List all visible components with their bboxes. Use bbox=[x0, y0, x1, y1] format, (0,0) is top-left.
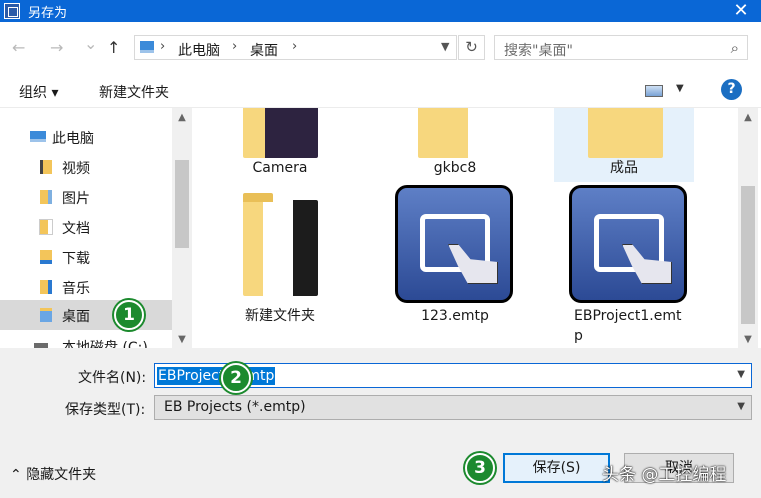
scroll-up-icon[interactable]: ▲ bbox=[175, 112, 189, 123]
organize-menu[interactable]: 组织 ▾ bbox=[19, 82, 58, 102]
address-bar[interactable]: › 此电脑 › 桌面 › ▼ bbox=[134, 35, 457, 60]
filetype-select[interactable]: EB Projects (*.emtp) ▼ bbox=[154, 395, 752, 420]
navigation-bar: ← → ⌄ ↑ › 此电脑 › 桌面 › ▼ ↻ 搜索"桌面" ⌕ bbox=[0, 22, 761, 74]
step-badge-2: 2 bbox=[221, 363, 251, 393]
view-icon[interactable] bbox=[645, 85, 663, 97]
scroll-thumb[interactable] bbox=[741, 186, 755, 324]
sidebar-item-label: 此电脑 bbox=[52, 131, 94, 147]
window-title: 另存为 bbox=[28, 6, 68, 21]
file-name: gkbc8 bbox=[433, 160, 477, 176]
sidebar-item-downloads[interactable]: 下载 bbox=[0, 242, 172, 272]
file-list: Camera gkbc8 成品 新建文件夹 123.emtp EBProject… bbox=[192, 108, 738, 348]
emtp-file-icon bbox=[395, 185, 513, 303]
close-button[interactable]: ✕ bbox=[721, 0, 761, 22]
file-name: EBProject1.emt bbox=[574, 308, 682, 324]
file-item-finished[interactable]: 成品 bbox=[554, 108, 694, 182]
breadcrumb-this-pc[interactable]: 此电脑 bbox=[178, 40, 220, 60]
emtp-file-icon bbox=[569, 185, 687, 303]
save-button[interactable]: 保存(S) bbox=[503, 453, 610, 483]
title-bar: 另存为 ✕ bbox=[0, 0, 761, 22]
breadcrumb-separator: › bbox=[160, 39, 166, 54]
computer-icon bbox=[30, 131, 46, 142]
folder-icon bbox=[588, 108, 663, 158]
chevron-down-icon[interactable]: ▼ bbox=[441, 40, 449, 53]
sidebar-item-label: 本地磁盘 (C:) bbox=[62, 340, 148, 348]
desktop-folder-icon bbox=[40, 308, 52, 322]
search-placeholder: 搜索"桌面" bbox=[504, 43, 573, 59]
downloads-folder-icon bbox=[40, 250, 52, 264]
back-icon[interactable]: ← bbox=[12, 38, 25, 57]
sidebar-item-label: 文档 bbox=[62, 221, 90, 237]
sidebar-item-documents[interactable]: 文档 bbox=[0, 212, 172, 242]
scroll-down-icon[interactable]: ▼ bbox=[741, 334, 755, 345]
file-name: 123.emtp bbox=[421, 308, 489, 324]
file-name-continued: p bbox=[574, 328, 583, 344]
sidebar-item-label: 视频 bbox=[62, 161, 90, 177]
file-list-scrollbar[interactable]: ▲ ▼ bbox=[738, 108, 758, 348]
filetype-value: EB Projects (*.emtp) bbox=[164, 399, 306, 415]
sidebar-item-label: 音乐 bbox=[62, 281, 90, 297]
search-input[interactable]: 搜索"桌面" ⌕ bbox=[494, 35, 748, 60]
folder-icon bbox=[243, 108, 318, 158]
navigation-pane: 此电脑 视频 图片 文档 下载 音乐 桌面 本地磁盘 (C:) ▲ ▼ bbox=[0, 108, 192, 348]
toolbar: 组织 ▾ 新建文件夹 ▼ ? bbox=[0, 74, 761, 108]
chevron-down-icon[interactable]: ▼ bbox=[737, 401, 745, 412]
watermark: 头条 @工控编程 bbox=[602, 465, 727, 485]
breadcrumb-desktop[interactable]: 桌面 bbox=[250, 40, 278, 60]
scroll-down-icon[interactable]: ▼ bbox=[175, 334, 189, 345]
hide-folders-label: 隐藏文件夹 bbox=[26, 467, 97, 483]
scroll-thumb[interactable] bbox=[175, 160, 189, 248]
file-name: Camera bbox=[252, 160, 308, 176]
step-badge-3: 3 bbox=[465, 453, 495, 483]
scroll-up-icon[interactable]: ▲ bbox=[741, 112, 755, 123]
help-button[interactable]: ? bbox=[721, 79, 742, 100]
computer-icon bbox=[140, 41, 154, 53]
file-name: 成品 bbox=[610, 160, 638, 176]
app-icon bbox=[4, 3, 20, 19]
filename-value[interactable]: EBProject1.emtp bbox=[157, 367, 276, 385]
music-folder-icon bbox=[40, 280, 52, 294]
videos-folder-icon bbox=[40, 160, 52, 174]
chevron-down-icon[interactable]: ▼ bbox=[737, 369, 745, 380]
filename-label: 文件名(N): bbox=[78, 370, 147, 386]
filetype-label: 保存类型(T): bbox=[65, 402, 146, 418]
breadcrumb-separator: › bbox=[232, 39, 238, 54]
chevron-down-icon[interactable]: ▼ bbox=[676, 83, 684, 94]
sidebar-item-desktop[interactable]: 桌面 bbox=[0, 300, 172, 330]
new-folder-button[interactable]: 新建文件夹 bbox=[99, 82, 169, 102]
folder-icon bbox=[418, 108, 493, 158]
sidebar-item-music[interactable]: 音乐 bbox=[0, 272, 172, 302]
up-icon[interactable]: ↑ bbox=[107, 38, 120, 57]
folder-icon bbox=[243, 193, 318, 296]
forward-icon[interactable]: → bbox=[50, 38, 63, 57]
sidebar-item-pictures[interactable]: 图片 bbox=[0, 182, 172, 212]
recent-locations-icon[interactable]: ⌄ bbox=[84, 34, 97, 53]
documents-folder-icon bbox=[39, 219, 53, 235]
file-name: 新建文件夹 bbox=[245, 308, 315, 324]
search-icon[interactable]: ⌕ bbox=[731, 39, 739, 57]
sidebar-item-label: 桌面 bbox=[62, 309, 90, 325]
sidebar-scrollbar[interactable]: ▲ ▼ bbox=[172, 108, 192, 348]
hide-folders-toggle[interactable]: ⌃ 隐藏文件夹 bbox=[10, 464, 96, 484]
breadcrumb-separator[interactable]: › bbox=[292, 39, 297, 54]
sidebar-item-videos[interactable]: 视频 bbox=[0, 152, 172, 182]
sidebar-item-local-disk[interactable]: 本地磁盘 (C:) bbox=[0, 331, 172, 348]
refresh-button[interactable]: ↻ bbox=[458, 35, 485, 60]
chevron-up-icon: ⌃ bbox=[10, 467, 27, 483]
sidebar-item-label: 图片 bbox=[62, 191, 90, 207]
sidebar-item-label: 下载 bbox=[62, 251, 90, 267]
step-badge-1: 1 bbox=[114, 300, 144, 330]
sidebar-item-this-pc[interactable]: 此电脑 bbox=[0, 122, 172, 152]
pictures-folder-icon bbox=[40, 190, 52, 204]
